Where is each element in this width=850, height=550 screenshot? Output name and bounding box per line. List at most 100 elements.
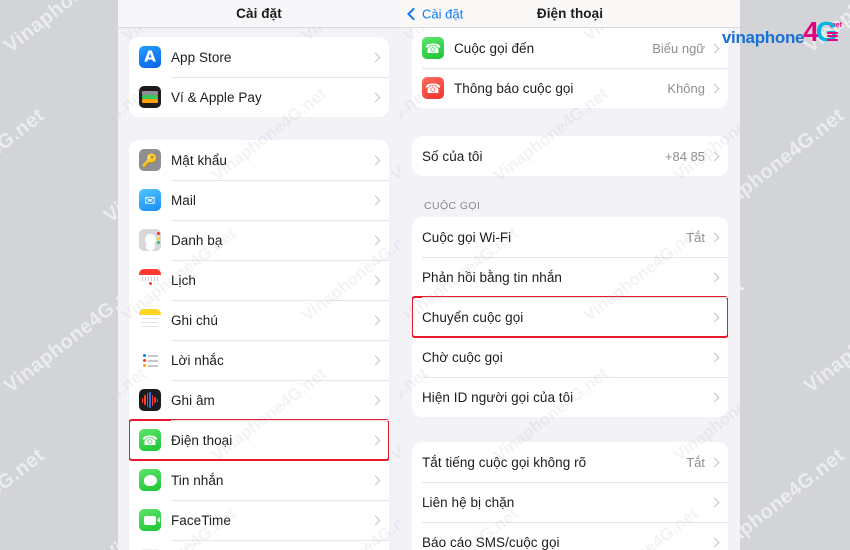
row-announce-calls[interactable]: ☎ Thông báo cuộc gọi Không — [412, 68, 728, 108]
row-label: Cuộc gọi đến — [454, 40, 535, 56]
row-label: Tắt tiếng cuộc gọi không rõ — [422, 454, 587, 470]
phone-icon: ☎ — [139, 429, 161, 451]
chevron-right-icon — [709, 151, 720, 161]
row-blocked-contacts[interactable]: Liên hệ bị chặn — [412, 482, 728, 522]
sidebar-item-facetime[interactable]: FaceTime — [129, 500, 389, 540]
reminders-icon — [139, 349, 161, 371]
row-label: Lời nhắc — [171, 352, 224, 368]
sidebar-item-messages[interactable]: Tin nhắn — [129, 460, 389, 500]
section-header-calls: CUỘC GỌI — [424, 200, 481, 212]
phone-settings-panel: Cài đặt Điện thoại ☎ Cuộc gọi đến Biểu n… — [400, 0, 740, 550]
row-label: Lịch — [171, 272, 196, 288]
row-label: App Store — [171, 49, 232, 65]
sidebar-item-reminders[interactable]: Lời nhắc — [129, 340, 389, 380]
row-label: Mail — [171, 192, 196, 208]
settings-group-1: A App Store Ví & Apple Pay — [129, 37, 389, 117]
phone-group-my-number: Số của tôi +84 85 — [412, 136, 728, 176]
wallet-icon — [139, 86, 161, 108]
row-label: Danh bạ — [171, 232, 223, 248]
phone-group-calls-display: ☎ Cuộc gọi đến Biểu ngữ ☎ Thông báo cuộc… — [412, 28, 728, 108]
chevron-right-icon — [709, 312, 720, 322]
sidebar-item-wallet[interactable]: Ví & Apple Pay — [129, 77, 389, 117]
phone-group-silence: Tắt tiếng cuộc gọi không rõ Tắt Liên hệ … — [412, 442, 728, 550]
chevron-right-icon — [709, 497, 720, 507]
chevron-right-icon — [370, 275, 381, 285]
row-label: Điện thoại — [171, 432, 233, 448]
chevron-right-icon — [370, 195, 381, 205]
chevron-right-icon — [709, 537, 720, 547]
row-sms-call-reporting[interactable]: Báo cáo SMS/cuộc gọi — [412, 522, 728, 550]
settings-group-2: 🔑 Mật khẩu ✉ Mail Danh bạ Lịch Ghi chú L… — [129, 140, 389, 550]
back-button[interactable]: Cài đặt — [407, 6, 464, 21]
chevron-right-icon — [370, 155, 381, 165]
chevron-right-icon — [709, 352, 720, 362]
row-incoming-calls[interactable]: ☎ Cuộc gọi đến Biểu ngữ — [412, 28, 728, 68]
mail-icon: ✉ — [139, 189, 161, 211]
chevron-right-icon — [370, 515, 381, 525]
row-label: Chuyển cuộc gọi — [422, 309, 524, 325]
chevron-right-icon — [370, 52, 381, 62]
row-wifi-calling[interactable]: Cuộc gọi Wi-Fi Tắt — [412, 217, 728, 257]
row-label: Hiện ID người gọi của tôi — [422, 389, 574, 405]
notes-icon — [139, 309, 161, 331]
chevron-right-icon — [709, 392, 720, 402]
voice-memos-icon — [139, 389, 161, 411]
sidebar-item-calendar[interactable]: Lịch — [129, 260, 389, 300]
facetime-icon — [139, 509, 161, 531]
row-value: +84 85 — [664, 148, 705, 164]
call-announce-icon: ☎ — [422, 77, 444, 99]
back-button-label: Cài đặt — [422, 6, 464, 21]
chevron-left-icon — [407, 7, 420, 20]
logo-brand-text: vinaphone — [721, 28, 805, 47]
settings-scroll-body[interactable]: A App Store Ví & Apple Pay 🔑 Mật khẩu ✉ … — [118, 28, 400, 550]
logo-g-text: G — [815, 16, 838, 47]
row-value: Biểu ngữ — [652, 40, 705, 56]
row-show-caller-id[interactable]: Hiện ID người gọi của tôi — [412, 377, 728, 417]
messages-icon — [139, 469, 161, 491]
row-label: Cuộc gọi Wi-Fi — [422, 229, 512, 245]
chevron-right-icon — [709, 457, 720, 467]
left-navbar: Cài đặt — [118, 0, 400, 28]
row-label: Số của tôi — [422, 148, 483, 164]
row-call-waiting[interactable]: Chờ cuộc gọi — [412, 337, 728, 377]
sidebar-item-voice-memos[interactable]: Ghi âm — [129, 380, 389, 420]
row-label: FaceTime — [171, 512, 231, 528]
sidebar-item-notes[interactable]: Ghi chú — [129, 300, 389, 340]
contacts-icon — [139, 229, 161, 251]
row-respond-with-text[interactable]: Phản hồi bằng tin nhắn — [412, 257, 728, 297]
chevron-right-icon — [370, 235, 381, 245]
row-value: Tắt — [686, 229, 705, 245]
phone-group-calls: Cuộc gọi Wi-Fi Tắt Phản hồi bằng tin nhắ… — [412, 217, 728, 417]
chevron-right-icon — [370, 395, 381, 405]
row-call-forwarding[interactable]: Chuyển cuộc gọi — [412, 296, 728, 338]
chevron-right-icon — [709, 83, 720, 93]
right-navbar-title: Điện thoại — [536, 6, 604, 21]
sidebar-item-mail[interactable]: ✉ Mail — [129, 180, 389, 220]
settings-panel: Cài đặt A App Store Ví & Apple Pay 🔑 Mật… — [118, 0, 400, 550]
app-store-icon: A — [139, 46, 161, 68]
sidebar-item-safari[interactable]: Safari — [129, 540, 389, 550]
chevron-right-icon — [709, 272, 720, 282]
row-value: Không — [667, 80, 705, 96]
chevron-right-icon — [709, 232, 720, 242]
row-label: Liên hệ bị chặn — [422, 494, 515, 510]
calendar-icon — [139, 269, 161, 291]
chevron-right-icon — [370, 315, 381, 325]
chevron-right-icon — [709, 43, 720, 53]
password-icon: 🔑 — [139, 149, 161, 171]
row-value: Tắt — [686, 454, 705, 470]
row-label: Phản hồi bằng tin nhắn — [422, 269, 562, 285]
incoming-call-icon: ☎ — [422, 37, 444, 59]
sidebar-item-phone[interactable]: ☎ Điện thoại — [129, 419, 389, 461]
row-label: Chờ cuộc gọi — [422, 349, 503, 365]
right-navbar: Cài đặt Điện thoại — [400, 0, 740, 28]
row-label: Ghi chú — [171, 312, 218, 328]
sidebar-item-contacts[interactable]: Danh bạ — [129, 220, 389, 260]
sidebar-item-passwords[interactable]: 🔑 Mật khẩu — [129, 140, 389, 180]
sidebar-item-app-store[interactable]: A App Store — [129, 37, 389, 77]
row-my-number[interactable]: Số của tôi +84 85 — [412, 136, 728, 176]
row-label: Ghi âm — [171, 392, 215, 408]
row-silence-unknown-callers[interactable]: Tắt tiếng cuộc gọi không rõ Tắt — [412, 442, 728, 482]
row-label: Ví & Apple Pay — [171, 89, 262, 105]
phone-settings-scroll-body[interactable]: ☎ Cuộc gọi đến Biểu ngữ ☎ Thông báo cuộc… — [400, 28, 740, 550]
